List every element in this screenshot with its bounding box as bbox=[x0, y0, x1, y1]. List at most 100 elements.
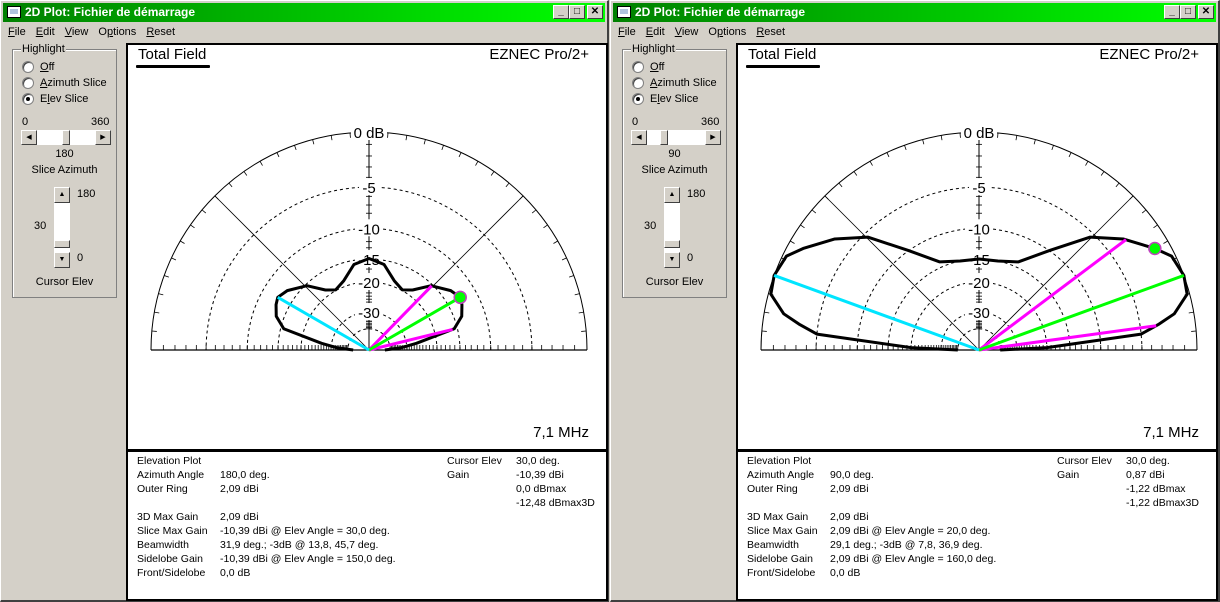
menu-view-accel: V bbox=[674, 26, 682, 38]
menu-file[interactable]: File bbox=[3, 24, 31, 41]
scroll-up-button[interactable]: ▲ bbox=[54, 187, 70, 203]
degree-tick bbox=[294, 145, 297, 150]
radio-off-button[interactable] bbox=[22, 61, 34, 73]
maximize-button[interactable]: □ bbox=[569, 5, 585, 19]
arrow-down-icon: ▼ bbox=[668, 256, 676, 263]
scroll-left-button[interactable]: ◀ bbox=[631, 130, 647, 145]
polar-plot-area[interactable]: Total Field EZNEC Pro/2+ 7,1 MHz 0 dB -5-… bbox=[736, 43, 1218, 449]
cursor-elev-scrollbar[interactable]: ▲ ▼ bbox=[54, 187, 70, 268]
menu-options-pre: O bbox=[98, 26, 107, 38]
degree-tick bbox=[561, 257, 567, 261]
menu-edit[interactable]: Edit bbox=[31, 24, 60, 41]
cursor-info-label: Gain bbox=[447, 469, 470, 481]
window-title: 2D Plot: Fichier de démarrage bbox=[25, 5, 196, 19]
slice-azimuth-label: Slice Azimuth bbox=[641, 164, 708, 176]
radio-elev-slice[interactable]: Elev Slice bbox=[22, 93, 88, 105]
menu-file-accel: F bbox=[618, 26, 625, 38]
menu-options[interactable]: Options bbox=[93, 24, 141, 41]
window-title: 2D Plot: Fichier de démarrage bbox=[635, 5, 806, 19]
menu-reset[interactable]: Reset bbox=[141, 24, 180, 41]
minimize-button[interactable]: _ bbox=[1164, 5, 1180, 19]
menu-edit[interactable]: Edit bbox=[641, 24, 670, 41]
minimize-icon: _ bbox=[558, 6, 564, 17]
plot-window-2: 2D Plot: Fichier de démarrage _ □ ✕ File… bbox=[610, 0, 1220, 602]
degree-tick bbox=[259, 161, 263, 166]
close-button[interactable]: ✕ bbox=[1198, 5, 1214, 19]
degree-tick bbox=[904, 145, 907, 150]
slice-azimuth-thumb[interactable] bbox=[62, 130, 70, 145]
degree-tick bbox=[1085, 161, 1089, 166]
radio-off[interactable]: Off bbox=[22, 61, 54, 73]
radio-elev-slice[interactable]: Elev Slice bbox=[632, 93, 698, 105]
slice-azimuth-scrollbar[interactable]: ◀ ▶ bbox=[631, 130, 721, 145]
menu-reset[interactable]: Reset bbox=[751, 24, 790, 41]
degree-tick bbox=[1033, 139, 1036, 145]
window-controls: _ □ ✕ bbox=[553, 5, 603, 19]
menu-view-label: iew bbox=[71, 26, 89, 38]
app-icon[interactable] bbox=[7, 6, 21, 18]
cursor-elev-thumb[interactable] bbox=[664, 240, 680, 248]
radio-off[interactable]: Off bbox=[632, 61, 664, 73]
degree-tick bbox=[312, 139, 315, 145]
window-controls: _ □ ✕ bbox=[1164, 5, 1214, 19]
close-button[interactable]: ✕ bbox=[587, 5, 603, 19]
cursor-elev-min: 0 bbox=[687, 252, 694, 264]
info-value: 0,0 dB bbox=[830, 567, 861, 579]
radio-elev-slice-button[interactable] bbox=[632, 93, 644, 105]
degree-tick bbox=[790, 240, 795, 244]
slice-azimuth-scrollbar[interactable]: ◀ ▶ bbox=[21, 130, 111, 145]
maximize-button[interactable]: □ bbox=[1180, 5, 1196, 19]
scroll-up-button[interactable]: ▲ bbox=[664, 187, 680, 203]
cursor-marker bbox=[1148, 241, 1162, 256]
radio-azimuth-slice[interactable]: Azimuth Slice bbox=[632, 77, 717, 89]
info-value: 2,09 dBi bbox=[830, 511, 869, 523]
degree-tick bbox=[940, 135, 943, 141]
cursor-marker bbox=[453, 290, 467, 305]
menu-bar: File Edit View Options Reset bbox=[3, 23, 605, 42]
menu-bar: File Edit View Options Reset bbox=[613, 23, 1216, 42]
slice-azimuth-min: 0 bbox=[22, 116, 29, 128]
cursor-elev-label: Cursor Elev bbox=[35, 276, 94, 288]
radio-azimuth-slice[interactable]: Azimuth Slice bbox=[22, 77, 107, 89]
radio-elev-slice-button[interactable] bbox=[22, 93, 34, 105]
slice-azimuth-thumb[interactable] bbox=[659, 130, 668, 145]
info-label: Outer Ring bbox=[137, 483, 188, 495]
degree-tick bbox=[824, 195, 829, 200]
cursor-elev-scrollbar[interactable]: ▲ ▼ bbox=[664, 187, 680, 268]
menu-options-pre: O bbox=[708, 26, 717, 38]
degree-tick bbox=[441, 145, 444, 150]
menu-options[interactable]: Options bbox=[703, 24, 751, 41]
cursor-elev-thumb[interactable] bbox=[54, 240, 70, 248]
degree-tick bbox=[519, 195, 524, 200]
scroll-right-button[interactable]: ▶ bbox=[705, 130, 721, 145]
menu-file[interactable]: File bbox=[613, 24, 641, 41]
scroll-left-button[interactable]: ◀ bbox=[21, 130, 37, 145]
info-value: 2,09 dBi bbox=[220, 511, 259, 523]
scroll-right-button[interactable]: ▶ bbox=[95, 130, 111, 145]
app-icon[interactable] bbox=[617, 6, 631, 18]
radio-azimuth-slice-button[interactable] bbox=[22, 77, 34, 89]
info-panel: Elevation Plot Azimuth Angle 90,0 deg. Oute… bbox=[736, 449, 1218, 601]
cursor-elev-min: 0 bbox=[77, 252, 84, 264]
degree-tick bbox=[869, 161, 873, 166]
title-bar[interactable]: 2D Plot: Fichier de démarrage _ □ ✕ bbox=[613, 3, 1216, 22]
scroll-down-button[interactable]: ▼ bbox=[664, 252, 680, 268]
radio-azimuth-slice-button[interactable] bbox=[632, 77, 644, 89]
cursor-elev-label: Cursor Elev bbox=[645, 276, 704, 288]
polar-plot-area[interactable]: Total Field EZNEC Pro/2+ 7,1 MHz 0 dB -5-… bbox=[126, 43, 608, 449]
degree-tick bbox=[330, 135, 333, 141]
slice-azimuth-value: 180 bbox=[55, 148, 74, 160]
cursor-info-value: 0,0 dBmax bbox=[516, 483, 567, 495]
highlight-legend: Highlight bbox=[631, 43, 676, 55]
slice-azimuth-max: 360 bbox=[91, 116, 110, 128]
menu-view[interactable]: View bbox=[670, 24, 704, 41]
cursor-info-value: -1,22 dBmax bbox=[1126, 483, 1186, 495]
minimize-button[interactable]: _ bbox=[553, 5, 569, 19]
slice-azimuth-label: Slice Azimuth bbox=[31, 164, 98, 176]
radio-off-button[interactable] bbox=[632, 61, 644, 73]
degree-tick bbox=[475, 161, 479, 166]
menu-edit-accel: E bbox=[35, 26, 44, 38]
menu-view[interactable]: View bbox=[60, 24, 94, 41]
scroll-down-button[interactable]: ▼ bbox=[54, 252, 70, 268]
title-bar[interactable]: 2D Plot: Fichier de démarrage _ □ ✕ bbox=[3, 3, 605, 22]
